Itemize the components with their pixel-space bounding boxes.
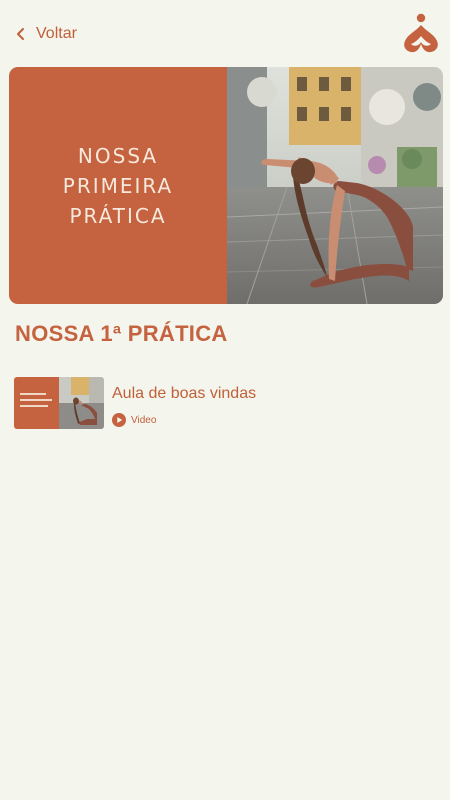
course-module-screen: Voltar NOSSA PRIMEIRA PRÁTICA NOSSA 1ª P… [0, 0, 450, 800]
module-cover-banner: NOSSA PRIMEIRA PRÁTICA [9, 67, 443, 304]
module-title: NOSSA 1ª PRÁTICA [15, 321, 228, 346]
lesson-title: Aula de boas vindas [112, 385, 257, 402]
lesson-type-label: Video [131, 414, 157, 426]
back-label: Voltar [36, 25, 77, 42]
yoga-pose-photo [226, 67, 443, 304]
top-bar: Voltar [0, 0, 450, 66]
lesson-thumbnail [14, 377, 104, 429]
lesson-item[interactable]: Aula de boas vindas Video [14, 377, 434, 429]
meditation-logo-icon [404, 13, 438, 53]
play-circle-icon [112, 413, 126, 427]
cover-title-panel: NOSSA PRIMEIRA PRÁTICA [9, 67, 227, 304]
chevron-left-icon [17, 28, 24, 40]
lesson-type: Video [112, 413, 156, 427]
back-button[interactable]: Voltar [14, 22, 77, 46]
cover-title: NOSSA PRIMEIRA PRÁTICA [62, 143, 174, 228]
cover-photo [226, 67, 443, 304]
thumbnail-photo [59, 377, 104, 429]
thumbnail-cover-panel [14, 377, 59, 429]
